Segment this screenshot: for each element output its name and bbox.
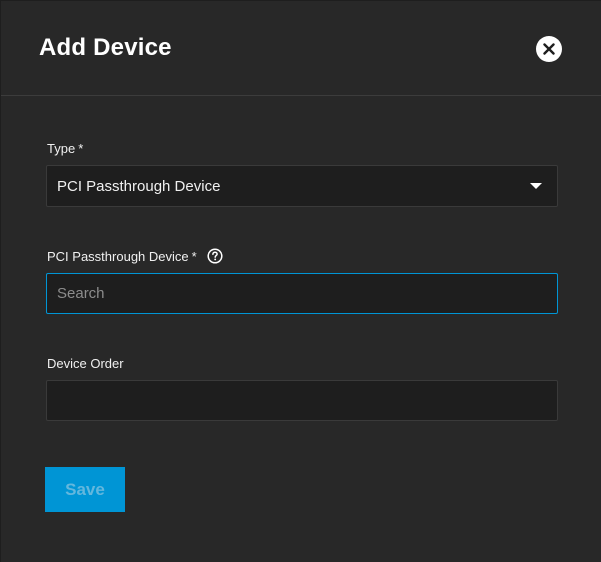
type-select[interactable]: PCI Passthrough Device <box>46 165 558 207</box>
type-label: Type * <box>47 141 83 156</box>
pci-device-required-mark: * <box>191 248 197 264</box>
pci-device-search-input[interactable] <box>46 273 558 314</box>
device-order-label: Device Order <box>47 356 124 371</box>
pci-device-label-text: PCI Passthrough Device <box>47 248 189 264</box>
add-device-dialog: Add Device Type * PCI Passthrough Device… <box>0 0 601 562</box>
dialog-title: Add Device <box>39 34 172 61</box>
pci-device-label: PCI Passthrough Device * <box>47 248 223 264</box>
save-button[interactable]: Save <box>45 467 125 512</box>
close-button[interactable] <box>536 36 562 62</box>
device-order-input[interactable] <box>46 380 558 421</box>
close-icon <box>543 43 555 55</box>
help-icon[interactable] <box>207 248 223 264</box>
chevron-down-icon <box>530 183 542 189</box>
type-select-value: PCI Passthrough Device <box>57 178 221 195</box>
type-required-mark: * <box>78 141 84 156</box>
type-label-text: Type <box>47 141 76 156</box>
dialog-header: Add Device <box>1 1 601 96</box>
device-order-label-text: Device Order <box>47 356 124 371</box>
